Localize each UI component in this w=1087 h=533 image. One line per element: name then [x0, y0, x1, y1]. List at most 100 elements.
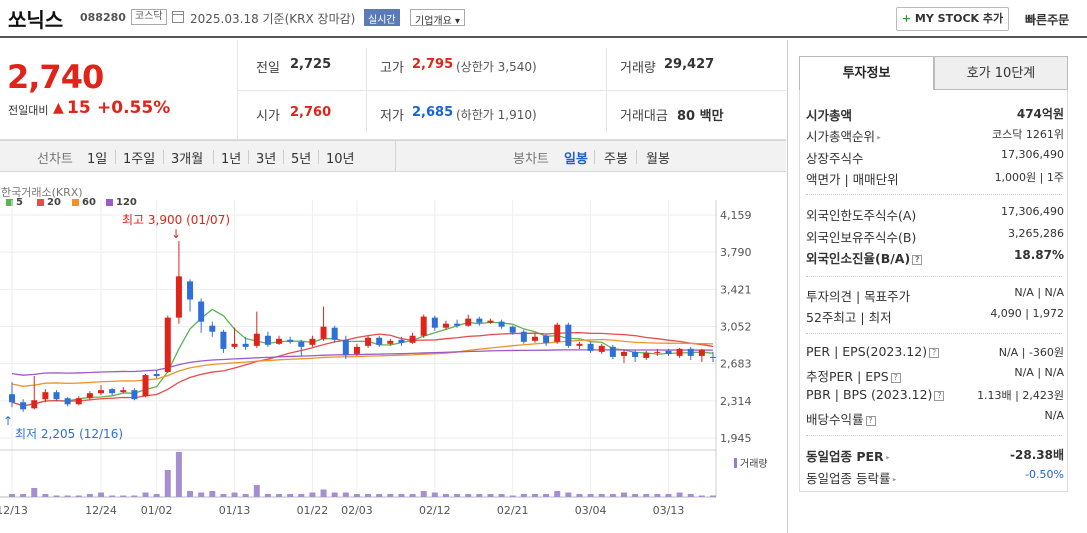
calendar-icon [172, 11, 184, 23]
tab-order-book[interactable]: 호가 10단계 [934, 56, 1068, 90]
x-tick-label: 02/21 [497, 504, 529, 517]
tab-invest-info[interactable]: 투자정보 [799, 56, 934, 90]
change-label: 전일대비 [8, 104, 49, 117]
candle-body [476, 318, 483, 323]
caret-right-icon[interactable]: ▸ [884, 454, 890, 462]
volume-bar [320, 489, 327, 497]
tab-separator [213, 150, 214, 164]
help-icon[interactable]: ? [890, 372, 901, 383]
volume-series [9, 452, 716, 497]
invest-row-label: 배당수익률 [806, 412, 864, 427]
tab-1week[interactable]: 1주일 [123, 148, 155, 167]
mystock-add-button[interactable]: + MY STOCK 추가 [896, 7, 1009, 31]
volume-bar [398, 494, 405, 497]
help-icon[interactable]: ? [865, 415, 876, 426]
caret-right-icon[interactable]: ▸ [875, 134, 881, 142]
x-tick-label: 03/13 [653, 504, 685, 517]
candle-body [710, 356, 716, 358]
candle-body [276, 338, 283, 344]
candle-body [109, 389, 116, 394]
y-tick-label: 2,314 [720, 395, 752, 408]
volume-bar [342, 492, 349, 497]
x-axis-ticks: 12/13 12/24 01/02 01/13 01/22 02/03 02/12 02/21… [0, 504, 684, 517]
x-tick-label: 01/22 [297, 504, 329, 517]
invest-row: PBR | BPS (2023.12)? 1.13배 | 2,423원 [806, 387, 1064, 402]
volume-label: 거래량 [620, 61, 656, 76]
volume-bar [454, 494, 461, 497]
candle-body [342, 339, 349, 355]
candle-body [142, 375, 149, 397]
invest-row-value: N/A [1044, 409, 1064, 422]
tab-1year[interactable]: 1년 [221, 148, 241, 167]
tab-daily[interactable]: 일봉 [564, 148, 588, 167]
volume-bar [420, 491, 427, 497]
volume-bar [198, 492, 205, 497]
candle-body [509, 326, 516, 333]
tab-separator [163, 150, 164, 164]
realtime-button[interactable]: 실시간 [364, 9, 400, 26]
x-tick-label: 01/13 [219, 504, 251, 517]
invest-row-label: 추정PER | EPS [806, 369, 889, 384]
caret-right-icon[interactable]: ▸ [890, 476, 897, 484]
candle-body [264, 335, 271, 345]
invest-row-label: 외국인한도주식수(A) [806, 208, 917, 223]
candle-body [687, 348, 694, 356]
candle-body [554, 324, 561, 342]
y-tick-label: 3,421 [720, 283, 752, 296]
invest-row-label: 외국인소진율(B/A) [806, 251, 911, 266]
tab-1day[interactable]: 1일 [87, 148, 107, 167]
candle-body [309, 338, 316, 345]
help-icon[interactable]: ? [934, 390, 945, 401]
company-overview-button[interactable]: 기업개요 ▾ [410, 9, 465, 27]
change-percent: +0.55% [97, 98, 171, 118]
invest-row-value: N/A | N/A [1014, 366, 1064, 379]
min-arrow-icon: ↑ [3, 414, 13, 428]
volume-bar [331, 492, 338, 497]
prev-close-label: 전일 [256, 61, 280, 76]
volume-bar [142, 492, 149, 497]
tab-weekly[interactable]: 주봉 [604, 148, 628, 167]
tab-10year[interactable]: 10년 [326, 148, 355, 167]
x-tick-label: 02/03 [341, 504, 373, 517]
invest-row: 액면가 | 매매단위 1,000원 | 1주 [806, 169, 1064, 188]
invest-row-label: PER | EPS(2023.12) [806, 344, 928, 359]
candle-body [242, 343, 249, 347]
candle-body [620, 351, 627, 356]
candle-body [298, 341, 305, 347]
tab-5year[interactable]: 5년 [291, 148, 311, 167]
stock-chart[interactable]: 4,159 3,790 3,421 3,052 2,683 2,314 1,945 12/1… [0, 175, 786, 533]
invest-row-label: 시가총액 [806, 108, 853, 123]
plus-icon: + [901, 12, 915, 25]
invest-row-label: 동일업종 등락률 [806, 471, 891, 486]
candle-body [531, 336, 538, 341]
candle-body [53, 392, 60, 400]
tab-separator [636, 150, 637, 164]
invest-row: 외국인소진율(B/A)? 18.87% [806, 248, 1064, 267]
x-tick-label: 02/12 [419, 504, 451, 517]
tab-3month[interactable]: 3개월 [171, 148, 203, 167]
invest-row-label: 동일업종 PER [806, 449, 884, 464]
candle-body [187, 281, 194, 300]
tab-3year[interactable]: 3년 [256, 148, 276, 167]
candle-body [632, 351, 639, 357]
group-separator [806, 333, 1062, 334]
volume-bar [698, 495, 705, 497]
help-icon[interactable]: ? [929, 347, 940, 358]
ma-line-5 [11, 308, 714, 407]
candle-body [487, 320, 494, 323]
x-tick-label: 12/24 [85, 504, 117, 517]
help-icon[interactable]: ? [912, 254, 923, 265]
tab-monthly[interactable]: 월봉 [646, 148, 670, 167]
candle-body [665, 350, 672, 354]
group-separator [806, 435, 1062, 436]
candle-body [353, 346, 360, 354]
candle-body [287, 339, 294, 342]
candle-body [75, 398, 82, 405]
candle-body [376, 337, 383, 345]
candle-body [442, 323, 449, 328]
candle-body [409, 335, 416, 343]
volume-bar [431, 492, 438, 497]
volume-bar [209, 491, 216, 497]
quick-order-button[interactable]: 빠른주문 [1025, 11, 1069, 28]
candle-body [520, 331, 527, 342]
